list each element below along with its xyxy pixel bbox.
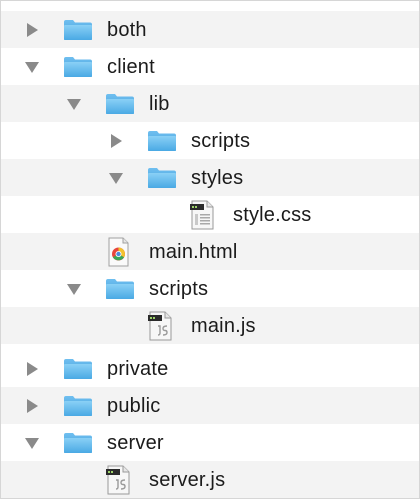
- disclosure-collapsed-icon[interactable]: [111, 133, 122, 148]
- tree-item-label: server.js: [149, 468, 226, 491]
- disclosure-expanded-icon[interactable]: [25, 61, 39, 73]
- tree-row-both[interactable]: both: [1, 11, 419, 48]
- tree-row-client[interactable]: client: [1, 48, 419, 85]
- tree-item-label: main.js: [191, 314, 256, 337]
- html-file-icon: [108, 237, 129, 266]
- tree-item-label: both: [107, 18, 147, 41]
- tree-row-styles[interactable]: styles: [1, 159, 419, 196]
- tree-item-label: client: [107, 55, 155, 78]
- tree-item-label: scripts: [149, 277, 209, 300]
- disclosure-expanded-icon[interactable]: [109, 172, 123, 184]
- disclosure-expanded-icon[interactable]: [67, 98, 81, 110]
- disclosure-expanded-icon[interactable]: [25, 437, 39, 449]
- tree-item-label: style.css: [233, 203, 312, 226]
- tree-row-style-css[interactable]: style.css: [1, 196, 419, 233]
- file-tree: both client lib scripts styles style.css…: [0, 0, 420, 499]
- tree-item-label: private: [107, 357, 169, 380]
- tree-row-public[interactable]: public: [1, 387, 419, 424]
- js-file-icon: [106, 465, 130, 494]
- tree-item-label: styles: [191, 166, 244, 189]
- tree-item-label: lib: [149, 92, 170, 115]
- tree-row-lib-scripts[interactable]: scripts: [1, 122, 419, 159]
- folder-icon: [148, 167, 176, 188]
- folder-icon: [106, 278, 134, 299]
- folder-icon: [64, 19, 92, 40]
- folder-icon: [148, 130, 176, 151]
- disclosure-collapsed-icon[interactable]: [27, 361, 38, 376]
- tree-row-server[interactable]: server: [1, 424, 419, 461]
- css-file-icon: [190, 200, 214, 229]
- disclosure-expanded-icon[interactable]: [67, 283, 81, 295]
- disclosure-collapsed-icon[interactable]: [27, 22, 38, 37]
- folder-icon: [64, 358, 92, 379]
- disclosure-collapsed-icon[interactable]: [27, 398, 38, 413]
- tree-row-lib[interactable]: lib: [1, 85, 419, 122]
- tree-row-private[interactable]: private: [1, 350, 419, 387]
- tree-row-main-html[interactable]: main.html: [1, 233, 419, 270]
- folder-icon: [64, 432, 92, 453]
- tree-item-label: main.html: [149, 240, 238, 263]
- folder-icon: [64, 395, 92, 416]
- tree-row-server-js[interactable]: server.js: [1, 461, 419, 498]
- tree-item-label: server: [107, 431, 164, 454]
- tree-row-client-scripts[interactable]: scripts: [1, 270, 419, 307]
- js-file-icon: [148, 311, 172, 340]
- tree-row-main-js[interactable]: main.js: [1, 307, 419, 344]
- folder-icon: [106, 93, 134, 114]
- tree-item-label: scripts: [191, 129, 251, 152]
- folder-icon: [64, 56, 92, 77]
- tree-item-label: public: [107, 394, 161, 417]
